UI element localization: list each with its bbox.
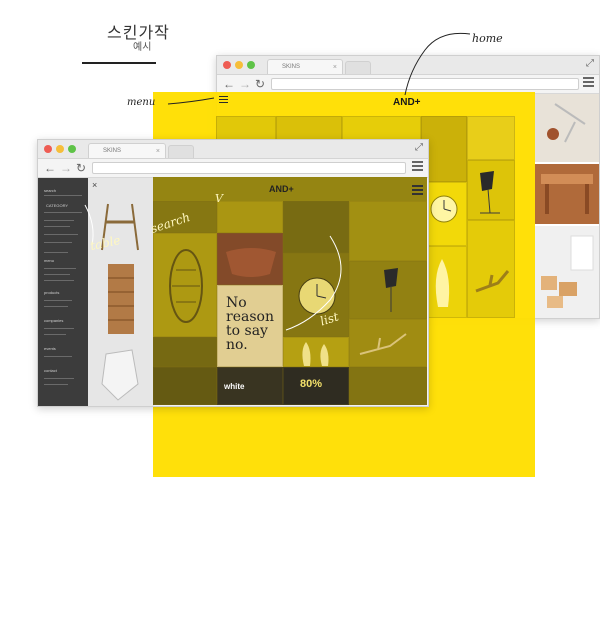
- annotation-v-mark: V: [215, 192, 223, 205]
- annotation-menu: menu: [127, 97, 156, 108]
- annotation-home: home: [472, 32, 503, 45]
- annotation-strokes: [84, 32, 471, 331]
